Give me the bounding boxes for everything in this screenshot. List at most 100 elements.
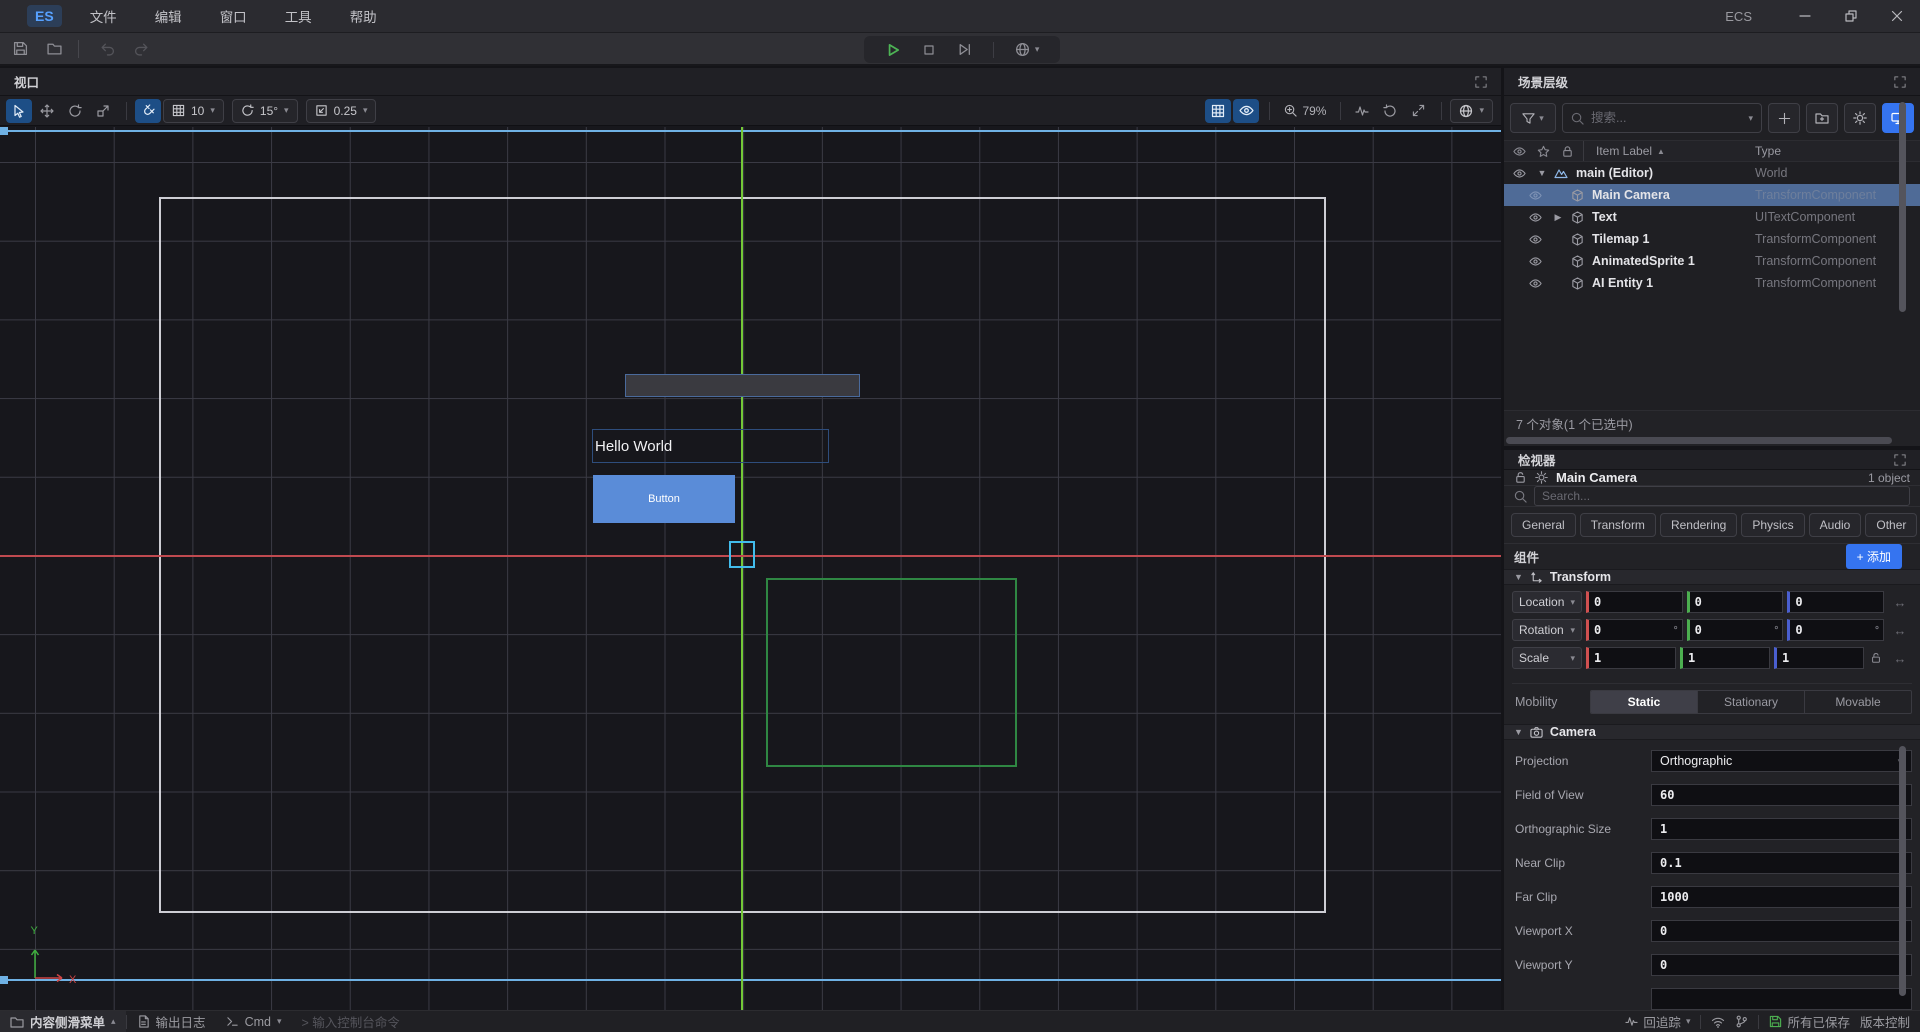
far-clip-input[interactable]: 1000 [1651,886,1912,908]
tab-rendering[interactable]: Rendering [1660,513,1737,537]
eye-column-icon[interactable] [1513,145,1526,158]
redo-button[interactable] [127,36,155,62]
run-target-dropdown[interactable]: ▾ [1015,42,1040,57]
location-z-field[interactable]: 0 [1787,591,1884,613]
tree-row-world[interactable]: ▼ main (Editor) World [1504,162,1920,184]
transform-section-header[interactable]: ▼ Transform [1504,569,1920,585]
visibility-icon[interactable] [1504,167,1534,180]
visibility-icon[interactable] [1520,211,1550,224]
column-type[interactable]: Type [1755,144,1920,158]
reset-view-button[interactable] [1377,99,1403,123]
snap-toggle[interactable] [135,99,161,123]
orthographic-size-input[interactable]: 1 [1651,818,1912,840]
star-column-icon[interactable] [1537,145,1550,158]
location-y-field[interactable]: 0 [1687,591,1784,613]
zoom-control[interactable]: 79% [1278,104,1332,118]
cmd-dropdown[interactable]: Cmd ▾ [216,1011,292,1032]
scale-tool[interactable] [90,99,116,123]
visibility-icon[interactable] [1520,233,1550,246]
field-of-view-input[interactable]: 60 [1651,784,1912,806]
stats-toggle[interactable] [1349,99,1375,123]
console-command-input[interactable]: > 输入控制台命令 [292,1011,410,1032]
tree-row-animatedsprite[interactable]: AnimatedSprite 1 TransformComponent [1504,250,1920,272]
play-button[interactable] [885,42,901,58]
rotate-snap-dropdown[interactable]: 15° ▾ [232,99,298,123]
select-tool[interactable] [6,99,32,123]
hierarchy-hscrollbar[interactable] [1504,436,1920,446]
tree-row-tilemap[interactable]: Tilemap 1 TransformComponent [1504,228,1920,250]
output-log-button[interactable]: 输出日志 [127,1011,216,1032]
gizmo-visibility-toggle[interactable] [1233,99,1259,123]
save-button[interactable] [6,36,34,62]
rotation-y-field[interactable]: 0° [1687,619,1784,641]
location-dropdown[interactable]: Location▾ [1512,591,1582,613]
grid-snap-dropdown[interactable]: 10 ▾ [163,99,224,123]
rotation-dropdown[interactable]: Rotation▾ [1512,619,1582,641]
location-x-field[interactable]: 0 [1586,591,1683,613]
view-mode-dropdown[interactable]: ▾ [1450,99,1493,123]
app-logo[interactable]: ES [27,5,62,27]
undo-button[interactable] [93,36,121,62]
open-folder-button[interactable] [40,36,68,62]
viewport-canvas[interactable]: Hello World Button Y [0,127,1501,1010]
tab-other[interactable]: Other [1865,513,1917,537]
inspector-expand-icon[interactable] [1894,454,1906,466]
viewport-y-input[interactable]: 0 [1651,954,1912,976]
menu-tools[interactable]: 工具 [285,6,312,26]
link-axes-icon[interactable]: ↔ [1888,623,1912,638]
tree-row-main-camera[interactable]: Main Camera TransformComponent [1504,184,1920,206]
chevron-right-icon[interactable]: ▶ [1550,212,1566,223]
visibility-icon[interactable] [1520,255,1550,268]
link-axes-icon[interactable]: ↔ [1888,651,1912,666]
new-folder-button[interactable] [1806,103,1838,133]
hierarchy-vscrollbar[interactable] [1899,102,1906,312]
link-axes-icon[interactable]: ↔ [1888,595,1912,610]
visibility-icon[interactable] [1520,189,1550,202]
filter-dropdown[interactable]: ▾ [1510,103,1556,133]
scale-x-field[interactable]: 1 [1586,647,1676,669]
tree-row-ai-entity[interactable]: AI Entity 1 TransformComponent [1504,272,1920,294]
rotation-z-field[interactable]: 0° [1787,619,1884,641]
network-icon[interactable] [1711,1015,1725,1029]
camera-section-header[interactable]: ▼ Camera [1504,724,1920,740]
scale-z-field[interactable]: 1 [1774,647,1864,669]
inspector-vscrollbar[interactable] [1899,746,1906,996]
viewport-x-input[interactable]: 0 [1651,920,1912,942]
panel-widget[interactable] [625,374,860,397]
menu-help[interactable]: 帮助 [350,6,377,26]
rotate-tool[interactable] [62,99,88,123]
hierarchy-settings-button[interactable] [1844,103,1876,133]
rotation-x-field[interactable]: 0° [1586,619,1683,641]
mobility-stationary[interactable]: Stationary [1698,691,1805,713]
selection-handle[interactable] [729,541,755,568]
version-control-button[interactable]: 版本控制 [1860,1012,1910,1031]
backtrace-dropdown[interactable]: 回追踪 ▾ [1625,1012,1690,1031]
viewport-expand-icon[interactable] [1475,76,1487,88]
add-component-button[interactable]: + 添加 [1846,544,1902,569]
menu-window[interactable]: 窗口 [220,6,247,26]
scale-snap-dropdown[interactable]: 0.25 ▾ [306,99,377,123]
lock-column-icon[interactable] [1561,145,1574,158]
hierarchy-search[interactable]: ▾ [1562,103,1762,133]
branch-icon[interactable] [1735,1015,1748,1028]
scale-dropdown[interactable]: Scale▾ [1512,647,1582,669]
scale-y-field[interactable]: 1 [1680,647,1770,669]
stop-button[interactable] [922,43,936,57]
column-item-label[interactable]: Item Label▲ [1584,144,1755,158]
tab-audio[interactable]: Audio [1809,513,1862,537]
hello-world-text[interactable]: Hello World [592,429,829,463]
step-button[interactable] [957,42,972,57]
tab-general[interactable]: General [1511,513,1576,537]
hierarchy-expand-icon[interactable] [1894,76,1906,88]
unlock-icon[interactable] [1514,471,1527,484]
menu-edit[interactable]: 编辑 [155,6,182,26]
near-clip-input[interactable]: 0.1 [1651,852,1912,874]
chevron-down-icon[interactable]: ▼ [1534,168,1550,178]
tab-physics[interactable]: Physics [1741,513,1804,537]
maximize-button[interactable] [1828,0,1874,33]
ui-button-widget[interactable]: Button [593,475,735,523]
visibility-icon[interactable] [1520,277,1550,290]
mobility-movable[interactable]: Movable [1805,691,1911,713]
mobility-static[interactable]: Static [1591,691,1698,713]
save-status[interactable]: 所有已保存 [1769,1012,1850,1031]
